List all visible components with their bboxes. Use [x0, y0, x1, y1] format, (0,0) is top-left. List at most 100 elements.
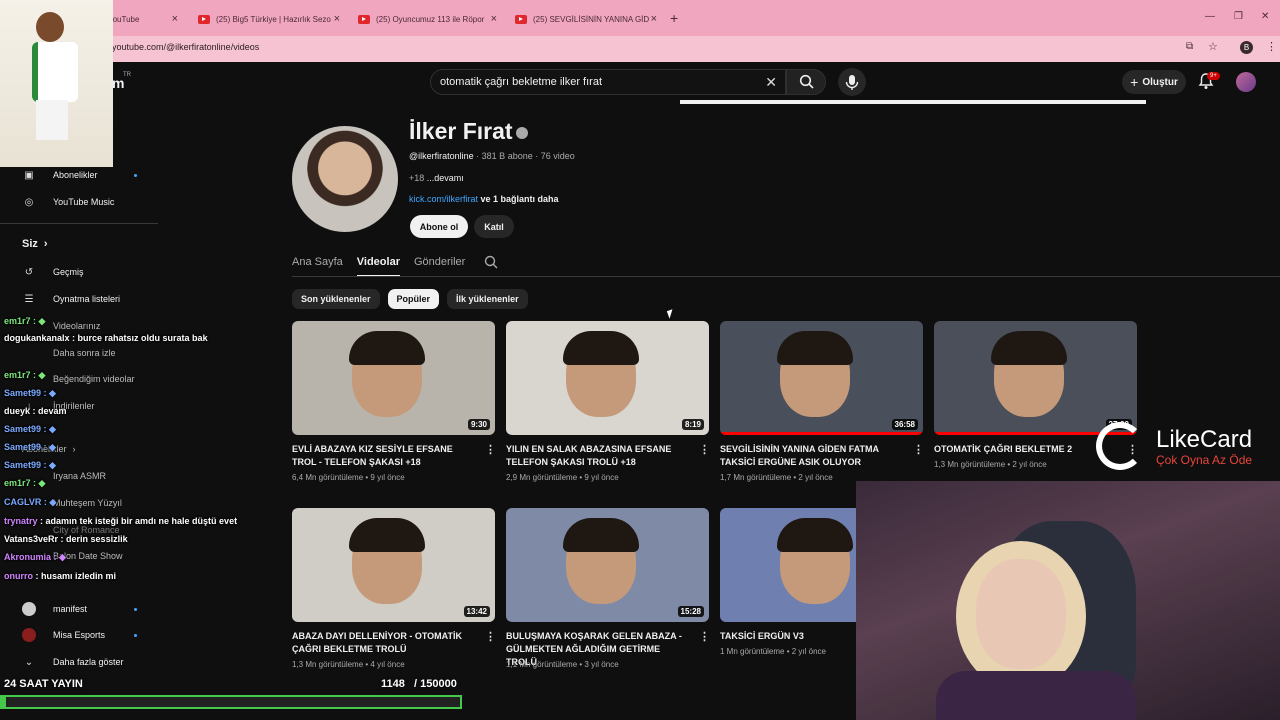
tab-home[interactable]: Ana Sayfa	[292, 256, 343, 277]
create-button[interactable]: + Oluştur	[1122, 70, 1186, 94]
chat-username: em1r7	[4, 370, 31, 380]
chat-username: Vatans3veRr	[4, 534, 59, 544]
more-options-icon[interactable]: ⋮	[699, 630, 710, 643]
subscribe-button[interactable]: Abone ol	[410, 215, 468, 238]
sidebar-show-more[interactable]: ⌄ Daha fazla göster	[22, 655, 124, 669]
video-thumbnail[interactable]: 9:30	[292, 321, 495, 435]
voice-search-button[interactable]	[838, 68, 866, 96]
bookmark-star-icon[interactable]: ☆	[1208, 40, 1218, 53]
more-options-icon[interactable]: ⋮	[485, 443, 496, 456]
chat-message: Samet99 : ◆	[4, 388, 56, 399]
sidebar-sub-misa[interactable]: Misa Esports	[22, 628, 105, 642]
browser-tab[interactable]: (25) Big5 Türkiye | Hazırlık Sezo ×	[190, 8, 348, 30]
account-avatar[interactable]	[1236, 72, 1256, 92]
sidebar-item-label: YouTube Music	[53, 197, 115, 207]
clock-icon	[22, 346, 36, 360]
more-options-icon[interactable]: ⋮	[913, 443, 924, 456]
close-icon[interactable]: ×	[491, 13, 497, 25]
chat-emote-icon: : ◆	[51, 552, 66, 562]
sidebar-item-playlists[interactable]: ☰ Oynatma listeleri	[22, 292, 121, 306]
channel-links[interactable]: kick.com/ilkerfirat ve 1 bağlantı daha	[409, 194, 559, 204]
chip-oldest[interactable]: İlk yüklenenler	[447, 289, 528, 309]
sidebar-sub-manifest[interactable]: manifest	[22, 602, 87, 616]
chat-emote-icon: : ◆	[41, 460, 56, 470]
video-title[interactable]: EVLİ ABAZAYA KIZ SESİYLE EFSANE TROL - T…	[292, 443, 472, 469]
chat-message: CAGLVR : ◆	[4, 497, 56, 508]
sidebar-item-subscriptions[interactable]: ▣ Abonelikler	[22, 168, 98, 182]
chevron-down-icon: ⌄	[24, 656, 34, 668]
new-tab-button[interactable]: +	[670, 10, 678, 26]
channel-stats: · 381 B abone · 76 video	[473, 151, 575, 161]
clear-icon[interactable]: ✕	[765, 74, 777, 91]
chat-username: trynatry	[4, 516, 38, 526]
sidebar-item-watch-later[interactable]: Daha sonra izle	[22, 346, 116, 360]
notification-badge: 9+	[1207, 72, 1220, 80]
channel-search-icon[interactable]	[484, 255, 498, 269]
sidebar-item-label: Iryana ASMR	[53, 471, 107, 481]
thumbnail-hair	[777, 518, 853, 552]
more-options-icon[interactable]: ⋮	[485, 630, 496, 643]
kick-link[interactable]: kick.com/ilkerfirat	[409, 194, 478, 204]
cast-icon[interactable]: ⧉	[1186, 41, 1193, 52]
close-window-icon[interactable]: ✕	[1261, 11, 1269, 22]
close-icon[interactable]: ×	[172, 13, 178, 25]
restore-icon[interactable]: ❐	[1234, 11, 1243, 22]
chip-popular[interactable]: Popüler	[387, 289, 440, 309]
video-thumbnail[interactable]: 13:42	[292, 508, 495, 622]
avatar	[22, 602, 36, 616]
chat-message: Samet99 : ◆	[4, 460, 56, 471]
tab-videos[interactable]: Videolar	[356, 256, 400, 277]
more-link[interactable]: ...devamı	[427, 173, 464, 183]
video-thumbnail[interactable]: 15:28	[506, 508, 709, 622]
video-title[interactable]: YILIN EN SALAK ABAZASINA EFSANE TELEFON …	[506, 443, 686, 469]
more-links[interactable]: ve 1 bağlantı daha	[478, 194, 559, 204]
sidebar-item-label: Abonelikler	[53, 170, 98, 180]
sidebar-item-label: Misa Esports	[53, 630, 106, 640]
more-options-icon[interactable]: ⋮	[699, 443, 710, 456]
video-thumbnail[interactable]: 36:58	[720, 321, 923, 435]
video-thumbnail[interactable]: 27:00	[934, 321, 1137, 435]
video-title[interactable]: SEVGİLİSİNİN YANINA GİDEN FATMA TAKSİCİ …	[720, 443, 900, 469]
sidebar-section-you[interactable]: Siz ›	[22, 238, 48, 250]
url-field[interactable]: youtube.com/@ilkerfiratonline/videos	[112, 42, 259, 52]
chat-username: Samet99	[4, 442, 42, 452]
minimize-icon[interactable]: —	[1205, 11, 1215, 22]
video-meta: 1,3 Mn görüntüleme • 2 yıl önce	[934, 460, 1047, 469]
close-icon[interactable]: ×	[334, 13, 340, 25]
video-duration: 8:19	[681, 419, 704, 430]
goal-target: / 150000	[414, 678, 457, 690]
verified-badge-icon	[516, 127, 528, 139]
video-meta: 1,3 Mn görüntüleme • 4 yıl önce	[292, 660, 405, 669]
search-button[interactable]	[786, 69, 826, 95]
close-icon[interactable]: ×	[651, 13, 657, 25]
sidebar-item-youtube-music[interactable]: ◎ YouTube Music	[22, 195, 115, 209]
video-meta: 1,1 Mn görüntüleme • 3 yıl önce	[506, 660, 619, 669]
chat-emote-icon: : ◆	[41, 497, 57, 507]
sidebar-item-history[interactable]: ↺ Geçmiş	[22, 265, 84, 279]
youtube-icon	[198, 14, 210, 24]
tab-posts[interactable]: Gönderiler	[414, 256, 465, 277]
chat-message: onurro : husamı izledin mi	[4, 571, 116, 581]
join-button[interactable]: Katıl	[474, 215, 514, 238]
likecard-logo	[1096, 422, 1144, 470]
thumbnail-hair	[991, 331, 1067, 365]
video-title[interactable]: OTOMATİK ÇAĞRI BEKLETME 2	[934, 443, 1114, 456]
sort-chips: Son yüklenenler Popüler İlk yüklenenler	[292, 289, 528, 309]
chat-message: Vatans3veRr : derin sessizlik	[4, 534, 128, 544]
video-meta: 1 Mn görüntüleme • 2 yıl önce	[720, 647, 826, 656]
profile-avatar[interactable]: B	[1240, 41, 1253, 54]
chat-message: dueyk : devam	[4, 406, 67, 416]
chip-latest[interactable]: Son yüklenenler	[292, 289, 380, 309]
chat-message: Samet99 : ◆	[4, 424, 56, 435]
channel-avatar[interactable]	[292, 126, 398, 232]
stream-goal: 24 SAAT YAYIN 1148 / 150000	[0, 676, 462, 694]
channel-description[interactable]: +18 ...devamı	[409, 173, 464, 183]
browser-tab[interactable]: (25) Oyuncumuz 113 ile Röpor ×	[350, 8, 505, 30]
search-input[interactable]: otomatik çağrı bekletme ilker fırat ✕	[430, 69, 786, 95]
video-duration: 15:28	[677, 606, 704, 617]
menu-dots-icon[interactable]: ⋮	[1266, 40, 1277, 53]
video-title[interactable]: ABAZA DAYI DELLENİYOR - OTOMATİK ÇAĞRI B…	[292, 630, 472, 656]
sidebar-item-label: Beğendiğim videolar	[53, 374, 135, 384]
browser-tab-active[interactable]: (25) SEVGİLİSİNİN YANINA GİD ×	[507, 8, 665, 30]
video-thumbnail[interactable]: 8:19	[506, 321, 709, 435]
